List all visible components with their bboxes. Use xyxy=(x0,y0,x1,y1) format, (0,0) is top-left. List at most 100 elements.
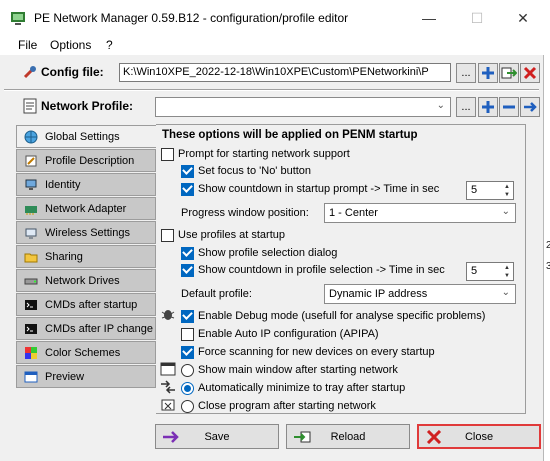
config-delete-button[interactable] xyxy=(520,63,540,83)
reload-label: Reload xyxy=(330,430,366,443)
force-scan-label: Force scanning for new devices on every … xyxy=(198,346,435,358)
close-label: Close xyxy=(464,430,494,443)
tab-cmds-after-ip-change[interactable]: CMDs after IP change xyxy=(16,317,156,340)
arrow-right-icon xyxy=(524,102,537,112)
title-bar: PE Network Manager 0.59.B12 - configurat… xyxy=(0,0,544,36)
tab-label: CMDs after IP change xyxy=(45,322,154,335)
default-profile-label: Default profile: xyxy=(181,288,252,300)
use-profiles-label: Use profiles at startup xyxy=(178,229,285,241)
separator xyxy=(4,89,539,91)
tab-label: Preview xyxy=(45,370,85,383)
close-button[interactable]: Close xyxy=(417,424,541,449)
config-browse-button[interactable]: ... xyxy=(456,63,476,83)
tab-color-schemes[interactable]: Color Schemes xyxy=(16,341,156,364)
save-button[interactable]: Save xyxy=(155,424,279,449)
save-label: Save xyxy=(204,430,230,443)
config-file-label: Config file: xyxy=(41,65,104,79)
minimize-to-tray-icon xyxy=(161,380,175,394)
tab-network-adapter[interactable]: Network Adapter xyxy=(16,197,156,220)
tab-profile-description[interactable]: Profile Description xyxy=(16,149,156,172)
network-drive-icon xyxy=(24,278,38,284)
focus-no-checkbox[interactable]: Set focus to 'No' button xyxy=(181,163,311,179)
checkbox[interactable] xyxy=(161,147,174,161)
checkbox[interactable] xyxy=(181,327,194,341)
spin-up-icon[interactable]: ▲ xyxy=(501,183,513,191)
tab-wireless-settings[interactable]: Wireless Settings xyxy=(16,221,156,244)
tab-label: Network Adapter xyxy=(45,202,127,215)
window-title: PE Network Manager 0.59.B12 - configurat… xyxy=(34,11,349,25)
tab-label: Color Schemes xyxy=(45,346,121,359)
profile-browse-button[interactable]: ... xyxy=(456,97,476,117)
menu-file[interactable]: File xyxy=(18,38,37,52)
config-export-button[interactable] xyxy=(499,63,519,83)
tab-cmds-after-startup[interactable]: CMDs after startup xyxy=(16,293,156,316)
tab-label: Network Drives xyxy=(45,274,120,287)
countdown-startup-checkbox[interactable]: Show countdown in startup prompt -> Time… xyxy=(181,181,462,197)
countdown-profile-checkbox[interactable]: Show countdown in profile selection -> T… xyxy=(181,262,462,278)
debug-label: Enable Debug mode (usefull for analyse s… xyxy=(198,310,486,322)
arrow-right-icon xyxy=(163,430,179,443)
default-profile-select[interactable]: Dynamic IP address ⌄ xyxy=(324,284,516,304)
editor-window: PE Network Manager 0.59.B12 - configurat… xyxy=(0,0,544,461)
tab-global-settings[interactable]: Global Settings xyxy=(16,125,158,148)
delete-icon xyxy=(523,66,537,80)
minimize-button[interactable]: — xyxy=(406,0,452,36)
checkbox[interactable] xyxy=(161,228,174,242)
wrench-icon xyxy=(23,66,36,79)
apipa-checkbox[interactable]: Enable Auto IP configuration (APIPA) xyxy=(181,326,379,342)
chevron-down-icon: ⌄ xyxy=(501,287,510,298)
radio[interactable] xyxy=(181,363,194,377)
close-window-button[interactable]: ✕ xyxy=(500,0,546,36)
network-profile-label: Network Profile: xyxy=(41,99,134,113)
checkbox[interactable] xyxy=(181,182,194,196)
tab-preview[interactable]: Preview xyxy=(16,365,156,388)
profile-add-button[interactable] xyxy=(478,97,498,117)
profile-apply-button[interactable] xyxy=(520,97,540,117)
spin-down-icon[interactable]: ▼ xyxy=(501,191,513,199)
profile-seconds-spinner[interactable]: 5 ▲ ▼ xyxy=(466,262,514,281)
startup-seconds-value: 5 xyxy=(471,184,478,196)
checkbox[interactable] xyxy=(181,309,194,323)
tab-identity[interactable]: Identity xyxy=(16,173,156,196)
progress-position-select[interactable]: 1 - Center ⌄ xyxy=(324,203,516,223)
close-program-radio[interactable]: Close program after starting network xyxy=(181,398,376,414)
background-fragment: 3 xyxy=(546,261,550,272)
countdown-startup-label: Show countdown in startup prompt -> Time… xyxy=(198,183,440,195)
tab-sharing[interactable]: Sharing xyxy=(16,245,156,268)
spin-down-icon[interactable]: ▼ xyxy=(501,272,513,280)
cmd-icon xyxy=(25,323,37,334)
prompt-start-checkbox[interactable]: Prompt for starting network support xyxy=(161,146,350,162)
checkbox[interactable] xyxy=(181,246,194,260)
menu-help[interactable]: ? xyxy=(106,38,113,52)
force-scan-checkbox[interactable]: Force scanning for new devices on every … xyxy=(181,344,435,360)
panel-title: These options will be applied on PENM st… xyxy=(162,129,418,141)
minus-icon xyxy=(503,105,515,109)
radio[interactable] xyxy=(181,381,194,395)
network-profile-combo[interactable]: ⌄ xyxy=(155,97,451,117)
profile-remove-button[interactable] xyxy=(499,97,519,117)
exit-program-icon xyxy=(161,399,175,411)
wireless-icon xyxy=(25,228,37,238)
checkbox[interactable] xyxy=(181,345,194,359)
close-icon xyxy=(426,429,442,444)
checkbox[interactable] xyxy=(181,263,194,277)
radio[interactable] xyxy=(181,399,194,413)
config-file-path[interactable]: K:\Win10XPE_2022-12-18\Win10XPE\Custom\P… xyxy=(119,63,451,82)
tab-network-drives[interactable]: Network Drives xyxy=(16,269,156,292)
minimize-tray-radio[interactable]: Automatically minimize to tray after sta… xyxy=(181,380,405,396)
import-icon xyxy=(294,431,311,442)
show-profile-dialog-checkbox[interactable]: Show profile selection dialog xyxy=(181,245,337,261)
debug-checkbox[interactable]: Enable Debug mode (usefull for analyse s… xyxy=(181,308,485,324)
spin-up-icon[interactable]: ▲ xyxy=(501,264,513,272)
profile-seconds-value: 5 xyxy=(471,265,478,277)
show-main-radio[interactable]: Show main window after starting network xyxy=(181,362,398,378)
background-fragment: 2 xyxy=(546,240,550,251)
menu-options[interactable]: Options xyxy=(50,38,91,52)
config-new-button[interactable] xyxy=(478,63,498,83)
reload-button[interactable]: Reload xyxy=(286,424,410,449)
startup-seconds-spinner[interactable]: 5 ▲ ▼ xyxy=(466,181,514,200)
profile-list-icon xyxy=(23,98,37,114)
use-profiles-checkbox[interactable]: Use profiles at startup xyxy=(161,227,285,243)
maximize-button[interactable]: ☐ xyxy=(454,0,500,36)
checkbox[interactable] xyxy=(181,164,194,178)
